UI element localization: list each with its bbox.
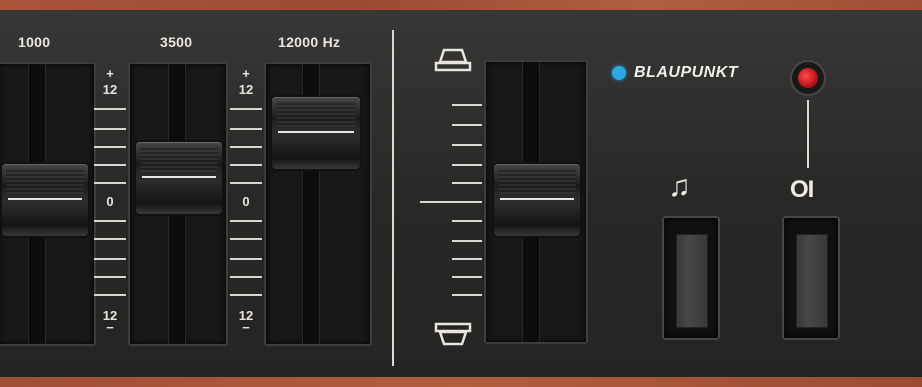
- power-button[interactable]: [782, 216, 840, 340]
- rear-speaker-icon: [434, 322, 472, 346]
- red-led-icon: [798, 68, 818, 88]
- balance-tick: [452, 294, 482, 296]
- section-divider: [392, 30, 394, 366]
- eq-slider-12000[interactable]: [272, 96, 360, 169]
- band-label-12000: 12000 Hz: [278, 34, 341, 50]
- wood-trim-top: [0, 0, 922, 10]
- eq-scale-2: + 12 0 12 −: [230, 64, 262, 339]
- balance-tick: [452, 164, 482, 166]
- band-label-1000: 1000: [18, 34, 51, 50]
- balance-tick: [452, 144, 482, 146]
- balance-tick: [452, 258, 482, 260]
- balance-tick: [452, 220, 482, 222]
- balance-tick: [452, 182, 482, 184]
- wood-trim-bottom: [0, 377, 922, 387]
- eq-scale-1: + 12 0 12 −: [94, 64, 126, 339]
- front-speaker-icon: [434, 48, 472, 72]
- brand-dot-icon: [612, 66, 626, 80]
- balance-tick: [452, 240, 482, 242]
- power-indicator: [790, 60, 826, 96]
- brand-logo: BLAUPUNKT: [612, 64, 738, 82]
- eq-slider-3500[interactable]: [136, 141, 222, 214]
- music-note-icon: ♫: [668, 170, 691, 203]
- eq-slider-1000[interactable]: [2, 164, 88, 236]
- balance-center-mark: [420, 201, 482, 203]
- balance-tick: [452, 104, 482, 106]
- brand-name: BLAUPUNKT: [634, 64, 739, 81]
- band-label-3500: 3500: [160, 34, 193, 50]
- balance-tick: [452, 276, 482, 278]
- led-connector-line: [807, 100, 809, 168]
- music-button[interactable]: [662, 216, 720, 340]
- power-icon: OI: [790, 176, 814, 203]
- balance-tick: [452, 124, 482, 126]
- balance-slider[interactable]: [494, 164, 580, 236]
- zero-mark: 0: [106, 194, 114, 209]
- zero-mark: 0: [242, 194, 250, 209]
